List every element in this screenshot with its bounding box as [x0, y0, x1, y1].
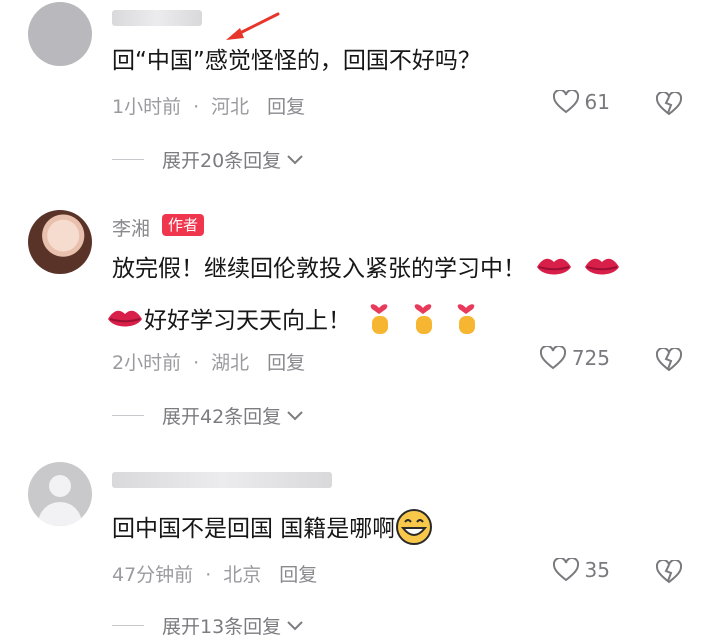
username-blurred[interactable] — [112, 10, 202, 26]
kiss-lips-emoji — [584, 258, 619, 275]
like-button[interactable]: 725 — [539, 346, 610, 370]
expand-replies-label: 展开13条回复 — [162, 616, 282, 638]
author-name[interactable]: 李湘 — [112, 214, 150, 241]
reply-button[interactable]: 回复 — [279, 564, 317, 586]
heart-outline-icon — [552, 558, 579, 582]
comment-meta: 2小时前 · 湖北 回复 — [112, 352, 306, 374]
kiss-lips-emoji — [108, 310, 142, 327]
comment-meta: 47分钟前 · 北京 回复 — [112, 564, 318, 586]
like-count: 725 — [571, 346, 610, 370]
default-avatar-head — [49, 475, 71, 497]
comment-text-line1: 放完假！继续回伦敦投入紧张的学习中！ — [112, 256, 526, 282]
reply-button[interactable]: 回复 — [267, 96, 305, 118]
comment-location: 北京 — [223, 564, 262, 586]
annotation-arrow-icon — [226, 12, 280, 40]
kiss-lips-emoji — [537, 258, 572, 275]
avatar[interactable] — [28, 2, 92, 66]
heart-outline-icon — [552, 90, 579, 114]
expand-replies[interactable]: 展开20条回复 — [112, 146, 305, 173]
comment-text: 回“中国”感觉怪怪的，回国不好吗？ — [112, 48, 481, 74]
author-badge: 作者 — [162, 214, 205, 236]
divider-line — [112, 415, 144, 416]
like-button[interactable]: 35 — [552, 558, 610, 582]
chevron-down-icon — [287, 410, 303, 420]
comment-text-body: 回中国不是回国 国籍是哪啊 — [112, 516, 396, 542]
comment-meta: 1小时前 · 河北 回复 — [112, 96, 306, 118]
like-count: 61 — [584, 90, 610, 114]
finger-heart-emoji — [457, 304, 475, 334]
expand-replies[interactable]: 展开42条回复 — [112, 402, 305, 429]
comment-text-2: 好好学习天天向上！ — [106, 298, 481, 338]
finger-heart-emoji — [371, 304, 389, 334]
heart-outline-icon — [539, 346, 566, 370]
comment-location: 湖北 — [211, 352, 250, 374]
expand-replies-label: 展开20条回复 — [162, 150, 282, 172]
comment-text: 回中国不是回国 国籍是哪啊 — [112, 508, 433, 546]
expand-replies-label: 展开42条回复 — [162, 406, 282, 428]
avatar[interactable] — [28, 210, 92, 274]
comment-time: 2小时前 — [112, 352, 182, 374]
comment-time: 47分钟前 — [112, 564, 194, 586]
divider-line — [112, 625, 144, 626]
avatar[interactable] — [28, 462, 92, 526]
divider-line — [112, 159, 144, 160]
comment-location: 河北 — [211, 96, 250, 118]
expand-replies[interactable]: 展开13条回复 — [112, 612, 305, 639]
like-count: 35 — [584, 558, 610, 582]
broken-heart-icon[interactable] — [656, 560, 682, 584]
username-blurred[interactable] — [112, 472, 332, 488]
reply-button[interactable]: 回复 — [267, 352, 305, 374]
grin-emoji — [396, 509, 433, 545]
comment-time: 1小时前 — [112, 96, 182, 118]
chevron-down-icon — [287, 154, 303, 164]
finger-heart-emoji — [414, 304, 432, 334]
comment-text: 放完假！继续回伦敦投入紧张的学习中！ — [112, 252, 621, 286]
like-button[interactable]: 61 — [552, 90, 610, 114]
broken-heart-icon[interactable] — [656, 348, 682, 372]
comment-text-line2: 好好学习天天向上！ — [144, 308, 351, 334]
chevron-down-icon — [287, 620, 303, 630]
broken-heart-icon[interactable] — [656, 92, 682, 116]
default-avatar-body — [38, 502, 82, 526]
